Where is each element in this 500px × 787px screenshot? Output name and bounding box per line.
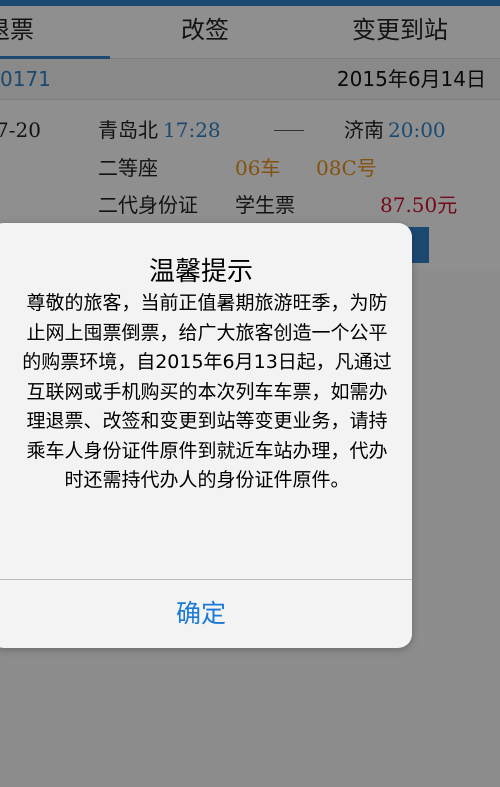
notice-dialog: 温馨提示 尊敬的旅客，当前正值暑期旅游旺季，为防止网上囤票倒票，给广大旅客创造一… xyxy=(0,223,412,648)
confirm-button[interactable]: 确定 xyxy=(0,580,412,648)
dialog-title: 温馨提示 xyxy=(148,257,253,287)
dialog-message: 尊敬的旅客，当前正值暑期旅游旺季，为防止网上囤票倒票，给广大旅客创造一个公平的购… xyxy=(22,292,392,491)
